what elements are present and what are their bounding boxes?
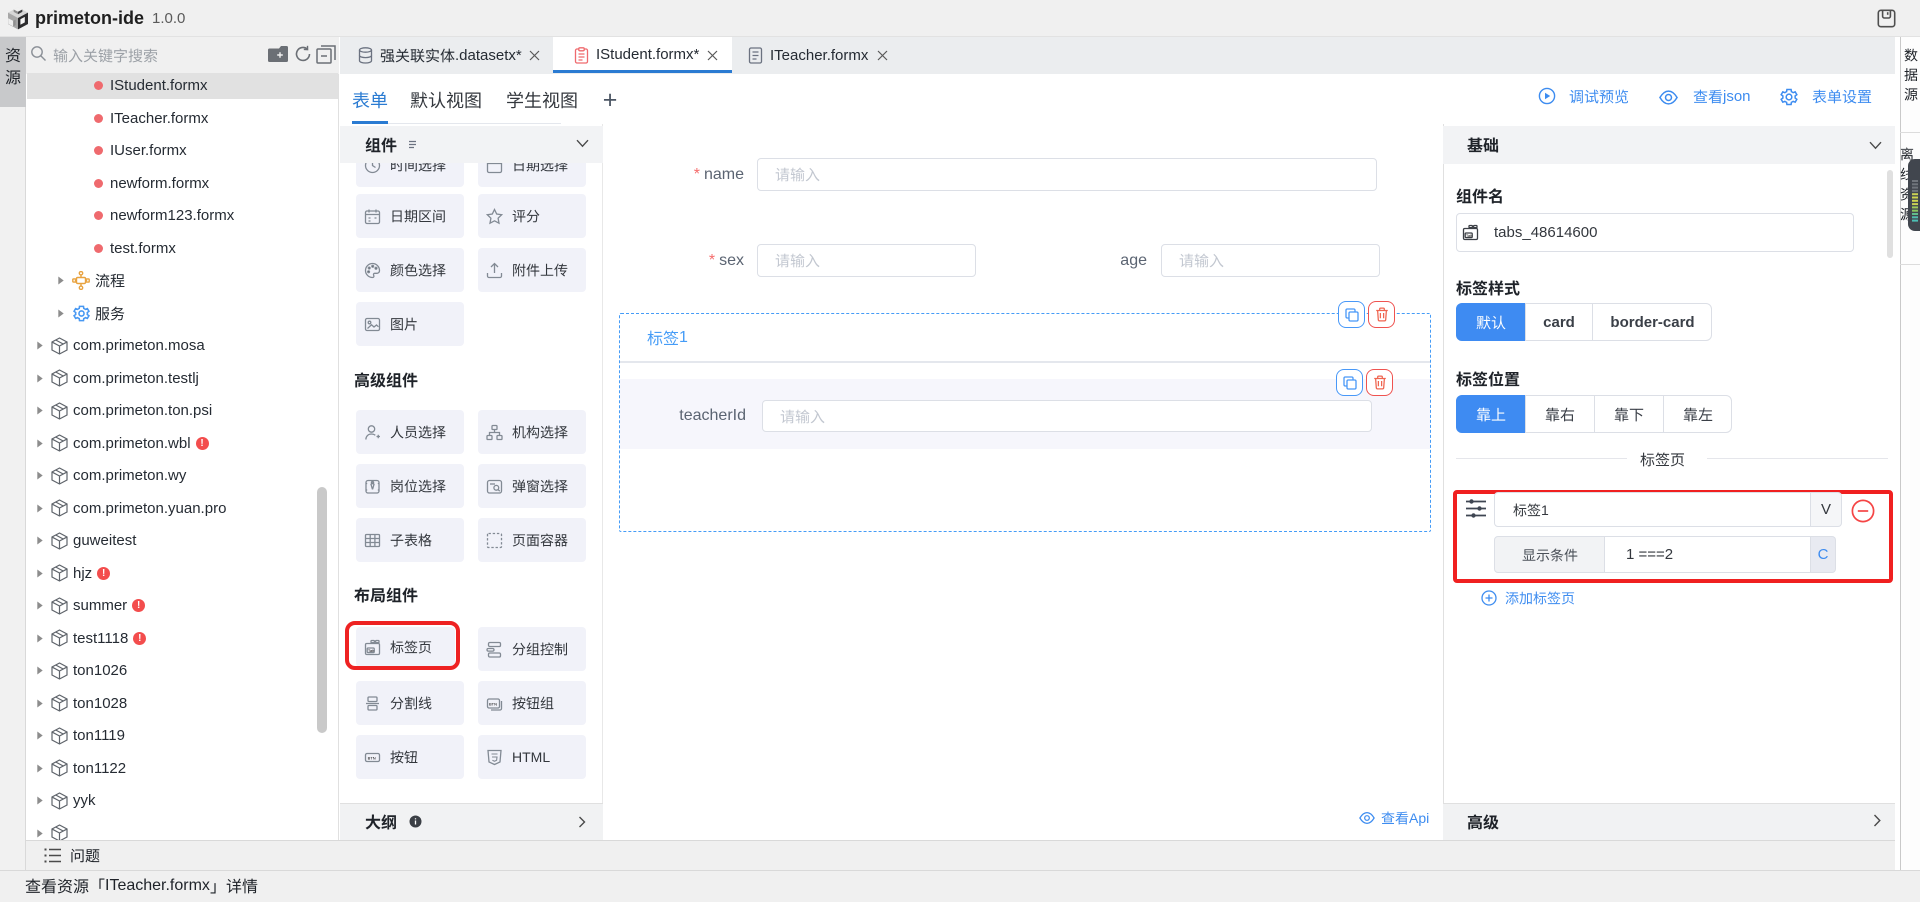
svg-text:BTN: BTN <box>489 701 497 706</box>
svg-text:BTN: BTN <box>368 755 376 760</box>
svg-text:Tab: Tab <box>1466 233 1473 238</box>
